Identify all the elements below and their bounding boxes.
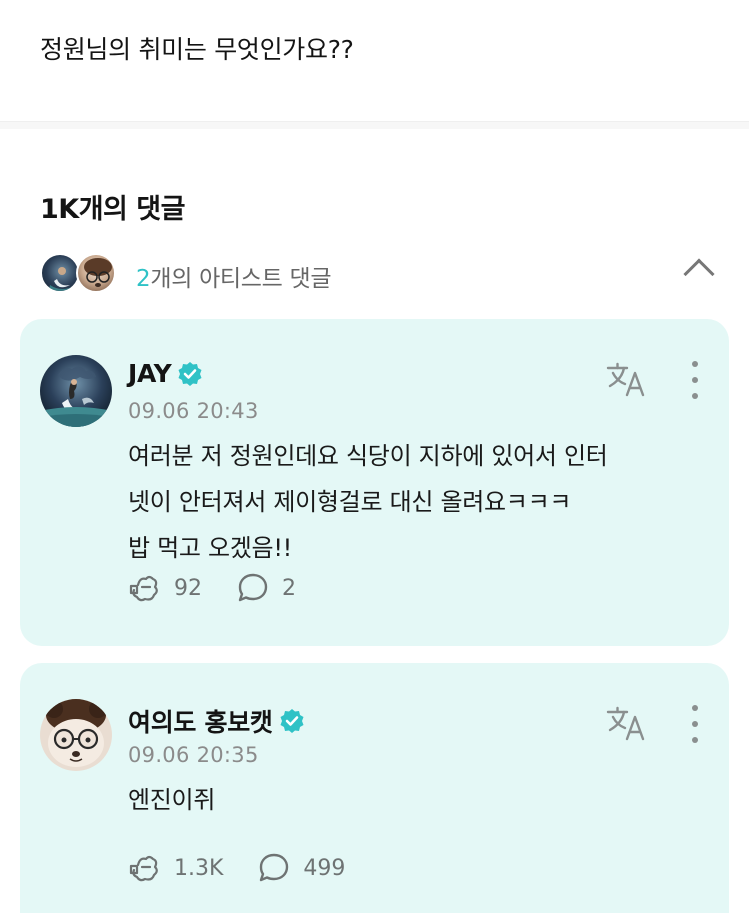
- verified-badge-icon: [280, 709, 304, 733]
- reply-button[interactable]: 499: [257, 851, 345, 885]
- translate-icon[interactable]: [605, 359, 649, 399]
- more-options-icon[interactable]: [683, 705, 707, 743]
- comment-actions: 1.3K 499: [128, 851, 379, 885]
- comment-author-row: 여의도 홍보캣: [128, 703, 305, 739]
- comment-author[interactable]: JAY: [128, 359, 172, 388]
- reply-count: 2: [282, 575, 296, 601]
- like-button[interactable]: 1.3K: [128, 851, 223, 885]
- avatar[interactable]: [40, 699, 112, 771]
- artist-comments-toggle[interactable]: 2개의 아티스트 댓글: [40, 253, 720, 295]
- comment-actions: 92 2: [128, 571, 330, 605]
- comment-author-row: JAY: [128, 359, 203, 388]
- like-count: 92: [174, 575, 202, 601]
- comment-time: 09.06 20:35: [128, 743, 259, 767]
- avatar[interactable]: [40, 355, 112, 427]
- more-options-icon[interactable]: [683, 361, 707, 399]
- reply-bubble-icon: [238, 573, 268, 602]
- post-question: 정원님의 취미는 무엇인가요??: [40, 35, 354, 64]
- reply-bubble-icon: [260, 853, 289, 882]
- artist-avatar-cat: [76, 253, 116, 293]
- reply-button[interactable]: 2: [236, 571, 296, 605]
- artist-avatar-jay: [40, 253, 80, 293]
- like-icon: [129, 855, 158, 882]
- comment-author[interactable]: 여의도 홍보캣: [128, 703, 273, 739]
- comment-card: 여의도 홍보캣 09.06 20:35 엔진이쥐 1.3K 499: [20, 663, 729, 913]
- like-count: 1.3K: [174, 855, 224, 881]
- comment-time: 09.06 20:43: [128, 399, 259, 423]
- like-button[interactable]: 92: [128, 571, 202, 605]
- comment-count-title: 1K개의 댓글: [40, 194, 185, 225]
- translate-icon[interactable]: [605, 703, 649, 743]
- like-icon: [129, 575, 158, 602]
- verified-badge-icon: [178, 361, 202, 386]
- comment-text: 여러분 저 정원인데요 식당이 지하에 있어서 인터 넷이 안터져서 제이형걸로…: [128, 442, 608, 562]
- section-divider: [0, 121, 749, 129]
- reply-count: 499: [303, 855, 346, 881]
- comment-text: 엔진이쥐: [128, 786, 216, 814]
- artist-comments-label: 2개의 아티스트 댓글: [136, 266, 332, 292]
- chevron-up-icon[interactable]: [683, 258, 715, 290]
- comment-card: JAY 09.06 20:43 여러분 저 정원인데요 식당이 지하에 있어서 …: [20, 319, 729, 646]
